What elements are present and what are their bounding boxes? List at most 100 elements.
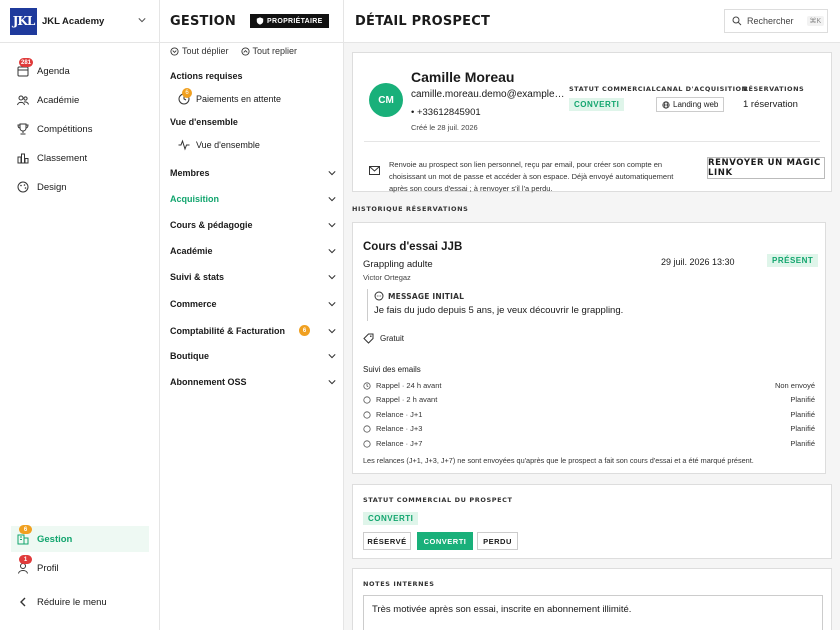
prospect-phone[interactable]: • +33612845901 [411, 107, 481, 118]
menu-abonnement[interactable]: Abonnement OSS [170, 377, 336, 387]
clock-icon: 6 [178, 88, 192, 105]
sidebar-item-profil[interactable]: 1 Profil [11, 555, 149, 580]
sidebar-item-academie[interactable]: Académie [11, 88, 149, 112]
collapse-menu-label: Réduire le menu [37, 596, 107, 608]
collapse-all-label: Tout replier [252, 46, 298, 56]
palette-icon [17, 181, 29, 193]
history-heading: HISTORIQUE RÉSERVATIONS [352, 205, 469, 213]
mail-icon [369, 166, 380, 175]
reservations-label: RÉSERVATIONS [743, 85, 805, 93]
globe-icon [662, 100, 670, 109]
search-placeholder: Rechercher [747, 16, 794, 26]
menu-label: Suivi & stats [170, 272, 225, 282]
main-content: DÉTAIL PROSPECT Rechercher ⌘K CM Camille… [344, 0, 840, 630]
price-row: Gratuit [363, 333, 404, 344]
menu-boutique[interactable]: Boutique [170, 351, 336, 361]
course-coach: Victor Ortegaz [363, 273, 411, 282]
expand-controls: Tout déplier Tout replier [170, 46, 297, 56]
magic-link-description: Renvoie au prospect son lien personnel, … [389, 160, 674, 193]
sidebar-item-label: Académie [37, 94, 80, 106]
overview-heading: Vue d'ensemble [170, 117, 238, 127]
circle-icon [363, 410, 371, 419]
menu-label: Commerce [170, 299, 217, 309]
email-row: Relance · J+3 Planifié [363, 424, 815, 433]
channel-badge: Landing web [656, 97, 725, 112]
status-card-heading: STATUT COMMERCIAL DU PROSPECT [363, 496, 513, 504]
sidebar-item-label: Agenda [37, 65, 70, 77]
course-title: Cours d'essai JJB [363, 241, 463, 253]
chevron-down-icon [328, 249, 336, 254]
menu-membres[interactable]: Membres [170, 168, 336, 178]
reservations-count: 1 réservation [743, 99, 798, 110]
overview-item[interactable]: Vue d'ensemble [178, 139, 260, 151]
users-icon [17, 95, 29, 106]
commercial-status-badge: CONVERTI [569, 98, 625, 111]
trophy-icon [17, 123, 29, 135]
notes-textarea[interactable]: Très motivée après son essai, inscrite e… [363, 595, 823, 630]
channel-label: CANAL D'ACQUISITION [656, 85, 748, 93]
chevron-left-icon [20, 597, 26, 607]
overview-label: Vue d'ensemble [196, 140, 260, 150]
avatar: CM [369, 83, 403, 117]
sidebar-item-label: Compétitions [37, 123, 93, 135]
sidebar-item-gestion[interactable]: 6 Gestion [11, 525, 149, 552]
sidebar: JKL JKL Academy 281 Agenda Académie Comp… [0, 0, 160, 630]
notes-card: NOTES INTERNES Très motivée après son es… [352, 568, 832, 630]
menu-label: Membres [170, 168, 210, 178]
circle-icon [363, 395, 371, 404]
menu-label: Comptabilité & Facturation [170, 325, 286, 336]
menu-comptabilite[interactable]: Comptabilité & Facturation 6 [170, 325, 336, 336]
sidebar-item-classement[interactable]: Classement [11, 146, 149, 170]
menu-acquisition[interactable]: Acquisition [170, 194, 336, 204]
prospect-card: CM Camille Moreau camille.moreau.demo@ex… [352, 52, 832, 193]
chevron-down-icon [328, 223, 336, 228]
building-icon [17, 534, 29, 545]
brand-logo: JKL [10, 7, 37, 35]
prospect-email[interactable]: camille.moreau.demo@example.com [411, 89, 567, 100]
email-row: Rappel · 24 h avant Non envoyé [363, 381, 815, 390]
status-perdu-button[interactable]: PERDU [477, 532, 518, 550]
menu-label: Cours & pédagogie [170, 220, 253, 230]
gestion-panel: GESTION PROPRIÉTAIRE Tout déplier Tout r… [160, 0, 344, 630]
chevron-down-icon [328, 328, 336, 333]
course-datetime: 29 juil. 2026 13:30 [661, 257, 735, 267]
initial-message-header: MESSAGE INITIAL [374, 291, 464, 301]
menu-suivi[interactable]: Suivi & stats [170, 272, 336, 282]
sidebar-item-agenda[interactable]: 281 Agenda [11, 58, 149, 83]
search-input[interactable]: Rechercher ⌘K [724, 9, 828, 33]
shield-icon [256, 17, 264, 25]
brand-switcher[interactable]: JKL JKL Academy [0, 0, 159, 43]
sidebar-item-competitions[interactable]: Compétitions [11, 117, 149, 141]
chat-icon [374, 291, 384, 301]
emails-heading: Suivi des emails [363, 365, 421, 374]
chevron-down-icon [328, 302, 336, 307]
prospect-created: Créé le 28 juil. 2026 [411, 123, 478, 132]
ranking-icon [17, 153, 29, 164]
sidebar-item-design[interactable]: Design [11, 175, 149, 199]
commercial-status-label: STATUT COMMERCIAL [569, 85, 657, 93]
collapse-menu-button[interactable]: Réduire le menu [11, 590, 149, 614]
notes-heading: NOTES INTERNES [363, 580, 435, 588]
chevron-down-icon [328, 380, 336, 385]
circle-icon [363, 439, 371, 448]
email-row: Relance · J+7 Planifié [363, 439, 815, 448]
search-icon [732, 16, 742, 26]
pending-payments-item[interactable]: 6 Paiements en attente [178, 88, 281, 105]
expand-all-button[interactable]: Tout déplier [170, 46, 229, 56]
owner-badge: PROPRIÉTAIRE [250, 14, 329, 28]
resend-magic-link-button[interactable]: RENVOYER UN MAGIC LINK [707, 157, 825, 179]
prospect-name: Camille Moreau [411, 69, 515, 85]
status-reserve-button[interactable]: RÉSERVÉ [363, 532, 411, 550]
chevron-down-icon [328, 275, 336, 280]
reservation-card: Cours d'essai JJB Grappling adulte Victo… [352, 222, 826, 474]
sidebar-item-label: Design [37, 181, 67, 193]
page-title: DÉTAIL PROSPECT [355, 13, 491, 29]
status-converti-button[interactable]: CONVERTI [417, 532, 473, 550]
brand-name: JKL Academy [42, 15, 105, 27]
search-shortcut: ⌘K [806, 16, 825, 26]
collapse-all-button[interactable]: Tout replier [240, 46, 298, 56]
menu-academie[interactable]: Académie [170, 246, 336, 256]
menu-cours[interactable]: Cours & pédagogie [170, 220, 336, 230]
course-discipline: Grappling adulte [363, 259, 433, 270]
menu-commerce[interactable]: Commerce [170, 299, 336, 309]
